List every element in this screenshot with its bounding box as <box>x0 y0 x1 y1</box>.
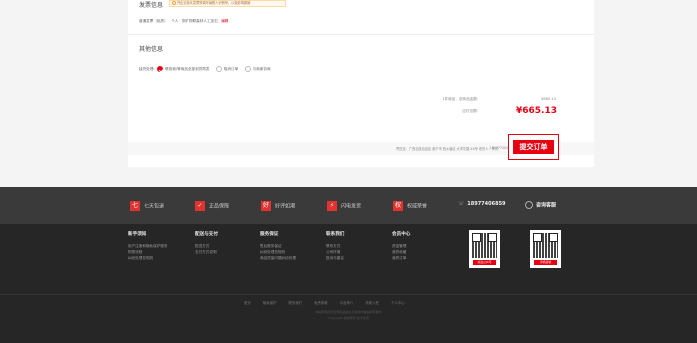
divider <box>128 34 594 35</box>
payable-amount: ¥665.13 <box>516 106 557 116</box>
return-icon: 七 <box>130 201 140 211</box>
copyright-line-2: Copyright 版权所有 技术支持 <box>328 316 369 320</box>
payable-label: 应付总额: <box>462 109 478 113</box>
shield-check-icon: ✓ <box>195 201 205 211</box>
service-seven-day-return: 七七天包退 <box>130 201 165 211</box>
footer-col-title: 联系我们 <box>326 232 345 237</box>
goods-amount: ¥665.13 <box>541 97 556 101</box>
footer-col-title: 会员中心 <box>392 232 411 237</box>
qr-caption: 手机商城 <box>534 260 557 265</box>
bottom-link[interactable]: 首页 <box>244 301 251 305</box>
footer-col-title: 配送与支付 <box>195 232 218 237</box>
shipping-phone: 185077404 <box>489 146 508 150</box>
submit-order-button[interactable]: 提交订单 <box>513 140 554 154</box>
bottom-link[interactable]: 平台简介 <box>340 301 354 305</box>
hotline-number: 18977406859 <box>467 201 506 207</box>
invoice-type: 普通发票（纸质） 个人 张旷物联森林人工加石 编辑 <box>139 19 228 24</box>
shortage-option-2[interactable]: 与商家协商 <box>244 66 271 72</box>
footer-link[interactable]: 我的订单 <box>392 255 410 261</box>
radio-icon[interactable] <box>244 66 251 72</box>
submit-highlight: 提交订单 <box>508 134 559 160</box>
footer-col-member: 会员中心 资金管理 我的收藏 我的订单 <box>392 231 410 261</box>
shortage-option-0[interactable]: 联络我/等商品全部到货再发 <box>157 66 209 72</box>
medal-icon: 权 <box>393 201 403 211</box>
radio-checked-icon[interactable] <box>157 66 164 72</box>
thumbs-up-icon: 好 <box>261 201 271 211</box>
bottom-link[interactable]: 商家入驻 <box>365 301 379 305</box>
shortage-option-1[interactable]: 取消订单 <box>215 66 238 72</box>
hotline: ☏ 18977406859 <box>458 201 506 207</box>
footer-col-newbie: 新手须知 用户注册和隐私保护服务 购物流程 纠纷处理总规则 <box>128 231 168 261</box>
chat-icon <box>525 201 533 209</box>
qr-code-mobile: 手机商城 <box>530 230 561 268</box>
service-genuine: ✓ 正品保障 <box>195 201 229 211</box>
warning-icon <box>172 1 176 5</box>
qr-code-wechat: 关注公众号 <box>469 230 500 268</box>
qr-code-image <box>533 233 558 258</box>
lightning-icon: ⚡ <box>327 201 337 211</box>
bottom-link[interactable]: 隐私保护 <box>263 301 277 305</box>
footer-link[interactable]: 商品质量问题纠纷处理 <box>260 255 296 261</box>
footer: 新手须知 用户注册和隐私保护服务 购物流程 纠纷处理总规则 配送与支付 配送方式… <box>0 224 697 343</box>
service-reviews: 好好评如潮 <box>261 201 296 211</box>
footer-link[interactable]: 投诉与建议 <box>326 255 344 261</box>
shipping-address: 寄送至：广西壮族自治区 南宁市 西乡塘区 大学东路 XX号 收货人：黄试 <box>396 147 498 151</box>
invoice-type-label: 普通发票（纸质） <box>139 19 168 23</box>
footer-col-title: 新手须知 <box>128 232 147 237</box>
footer-link[interactable]: 纠纷处理总规则 <box>128 255 168 261</box>
invoice-tip: 开企业抬头发票须填写纳税人识别号，以免影响报销 <box>169 0 286 7</box>
bottom-link[interactable]: 个人中心 <box>391 301 405 305</box>
footer-col-guarantee: 服务保证 售后服务保证 纠纷处理总规则 商品质量问题纠纷处理 <box>260 231 296 261</box>
order-card: 发票信息 开企业抬头发票须填写纳税人识别号，以免影响报销 普通发票（纸质） 个人… <box>128 0 594 167</box>
copyright-line-1: 本站所展示的全部商品信息及其他内容由商家发布 <box>315 310 382 314</box>
footer-link[interactable]: 支付方式说明 <box>195 249 218 255</box>
invoice-tip-text: 开企业抬头发票须填写纳税人识别号，以免影响报销 <box>177 1 251 5</box>
shortage-handling: 缺货处理: 联络我/等商品全部到货再发 取消订单 与商家协商 <box>139 66 271 72</box>
footer-col-contact: 联系我们 联系方式 公司环境 投诉与建议 <box>326 231 344 261</box>
invoice-type-personal: 个人 <box>171 19 179 23</box>
qr-caption: 关注公众号 <box>473 260 496 265</box>
phone-icon: ☏ <box>458 201 465 207</box>
bottom-link[interactable]: 免责条款 <box>314 301 328 305</box>
invoice-type-detail: 张旷物联森林人工加石 <box>181 19 218 23</box>
service-honor: 权权威荣誉 <box>393 201 428 211</box>
qr-code-image <box>472 233 497 258</box>
service-fast-delivery: ⚡ 闪电发货 <box>327 201 361 211</box>
bottom-link[interactable]: 联系我们 <box>289 301 303 305</box>
invoice-edit-link[interactable]: 编辑 <box>221 19 228 23</box>
goods-count-text: 1件商品，总商品金额: <box>442 97 478 101</box>
online-service[interactable]: 咨询客服 <box>525 201 556 209</box>
online-service-label[interactable]: 咨询客服 <box>536 203 556 209</box>
radio-icon[interactable] <box>215 66 222 72</box>
invoice-title: 发票信息 <box>139 2 164 9</box>
shortage-label: 缺货处理: <box>139 67 155 71</box>
bottom-links: 首页 隐私保护 联系我们 免责条款 平台简介 商家入驻 个人中心 <box>244 300 416 305</box>
service-bar: 七七天包退 ✓ 正品保障 好好评如潮 ⚡ 闪电发货 权权威荣誉 ☏ 189774068… <box>0 187 697 224</box>
footer-col-delivery: 配送与支付 配送方式 支付方式说明 <box>195 231 218 255</box>
footer-divider <box>0 294 697 295</box>
other-info-title: 其他信息 <box>139 46 164 53</box>
footer-col-title: 服务保证 <box>260 232 279 237</box>
